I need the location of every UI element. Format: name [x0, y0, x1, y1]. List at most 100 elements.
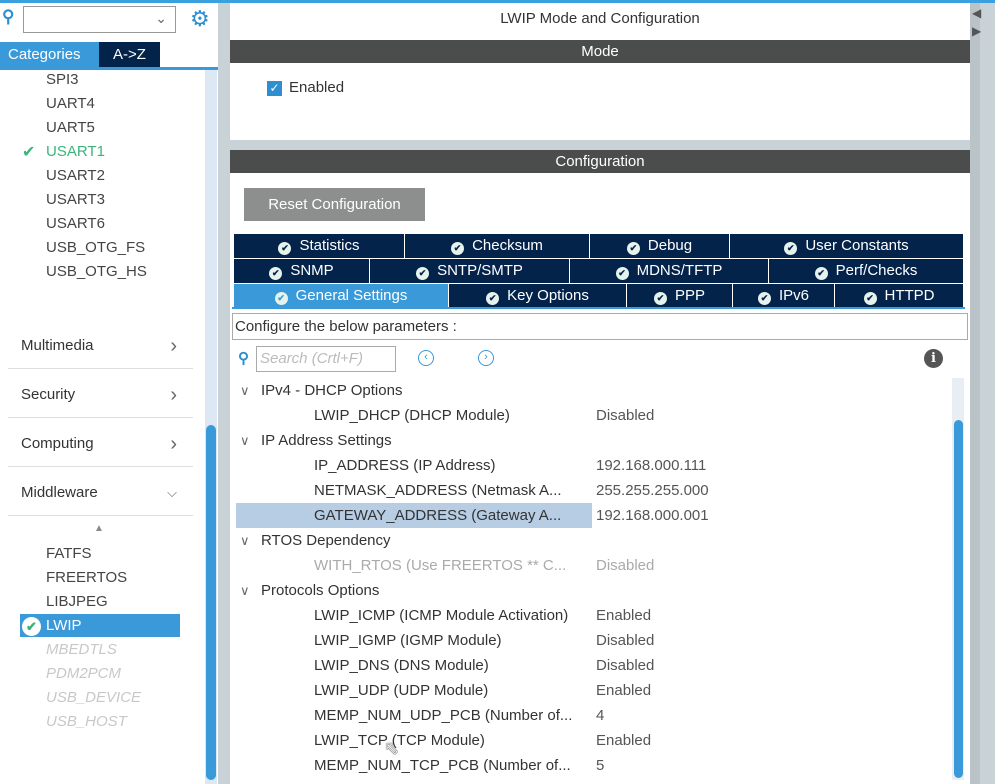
list-item[interactable]: LIBJPEG [46, 591, 108, 613]
tab-label: HTTPD [884, 287, 935, 304]
gear-icon[interactable]: ⚙ [190, 6, 210, 32]
parameter-value[interactable]: Enabled [596, 678, 651, 703]
tree-group[interactable]: ∨ IP Address Settings [236, 428, 936, 453]
tree-group[interactable]: ∨ Protocols Options [236, 578, 936, 603]
tab-ppp[interactable]: ✔ PPP [627, 284, 733, 308]
next-icon[interactable]: › [478, 350, 494, 366]
tree-row[interactable]: MEMP_NUM_UDP_PCB (Number of... 4 [236, 703, 936, 728]
parameter-value[interactable]: 4 [596, 703, 604, 728]
list-item[interactable]: USB_DEVICE [46, 687, 141, 709]
category-security[interactable]: Security › [8, 372, 193, 418]
parameter-name: NETMASK_ADDRESS (Netmask A... [314, 482, 562, 499]
list-item[interactable]: FREERTOS [46, 567, 127, 589]
chevron-right-icon[interactable]: › [170, 372, 177, 418]
configuration-header: Configuration [230, 150, 970, 173]
tab-mdns-tftp[interactable]: ✔ MDNS/TFTP [570, 259, 769, 283]
list-item[interactable]: MBEDTLS [46, 639, 117, 661]
tab-statistics[interactable]: ✔ Statistics [234, 234, 405, 258]
chevron-down-icon[interactable]: ∨ [240, 378, 250, 403]
info-icon[interactable]: i [924, 349, 943, 368]
list-item[interactable]: UART4 [46, 93, 95, 115]
tab-key-options[interactable]: ✔ Key Options [449, 284, 627, 308]
category-computing[interactable]: Computing › [8, 421, 193, 467]
chevron-down-icon[interactable]: ∨ [240, 578, 250, 603]
check-circle-icon: ✔ [626, 242, 640, 255]
tab-label: Statistics [299, 237, 360, 254]
tab-checksum[interactable]: ✔ Checksum [405, 234, 590, 258]
tree-group[interactable]: ∨ RTOS Dependency [236, 528, 936, 553]
parameter-value[interactable]: Enabled [596, 728, 651, 753]
category-multimedia[interactable]: Multimedia › [8, 323, 193, 369]
check-circle-icon: ✔ [863, 292, 877, 305]
tab-categories[interactable]: Categories [0, 42, 99, 68]
tree-row[interactable]: WITH_RTOS (Use FREERTOS ** C... Disabled [236, 553, 936, 578]
tree-row[interactable]: MEMP_NUM_TCP_PCB (Number of... 5 [236, 753, 936, 778]
tree-scrollbar-thumb[interactable] [954, 420, 963, 778]
group-label: IPv4 - DHCP Options [261, 382, 403, 399]
group-label: Protocols Options [261, 582, 380, 599]
parameter-name: LWIP_ICMP (ICMP Module Activation) [314, 607, 569, 624]
tab-snmp[interactable]: ✔ SNMP [234, 259, 370, 283]
tab-general-settings[interactable]: ✔ General Settings [234, 284, 449, 308]
chevron-down-icon[interactable]: ∨ [240, 528, 250, 553]
left-scrollbar-thumb[interactable] [206, 425, 216, 780]
parameter-value[interactable]: Disabled [596, 553, 654, 578]
list-item[interactable]: USB_HOST [46, 711, 127, 733]
parameter-value[interactable]: 5 [596, 753, 604, 778]
right-collapse-strip [970, 3, 980, 784]
parameter-value[interactable]: Disabled [596, 653, 654, 678]
check-circle-icon: ✔ [784, 242, 798, 255]
tree-row[interactable]: LWIP_DHCP (DHCP Module) Disabled [236, 403, 936, 428]
parameter-value[interactable]: 255.255.255.000 [596, 478, 709, 503]
list-item[interactable]: USART2 [46, 165, 105, 187]
collapse-left-icon[interactable]: ◀ [972, 6, 981, 20]
parameter-value[interactable]: Disabled [596, 403, 654, 428]
list-item[interactable]: SPI3 [46, 69, 79, 91]
tab-httpd[interactable]: ✔ HTTPD [835, 284, 964, 308]
tree-row[interactable]: LWIP_TCP (TCP Module) Enabled [236, 728, 936, 753]
list-item[interactable]: UART5 [46, 117, 95, 139]
list-item[interactable]: FATFS [46, 543, 92, 565]
chevron-down-icon[interactable]: ∨ [240, 428, 250, 453]
expand-right-icon[interactable]: ▶ [972, 24, 981, 38]
tab-perf-checks[interactable]: ✔ Perf/Checks [769, 259, 964, 283]
tree-row[interactable]: IP_ADDRESS (IP Address) 192.168.000.111 [236, 453, 936, 478]
chevron-right-icon[interactable]: › [170, 421, 177, 467]
reset-configuration-button[interactable]: Reset Configuration [244, 188, 425, 221]
list-item[interactable]: USART3 [46, 189, 105, 211]
list-item[interactable]: USB_OTG_FS [46, 237, 145, 259]
tree-row[interactable]: LWIP_UDP (UDP Module) Enabled [236, 678, 936, 703]
list-item[interactable]: LWIP [46, 615, 82, 637]
tab-sntp-smtp[interactable]: ✔ SNTP/SMTP [370, 259, 570, 283]
tab-ipv6[interactable]: ✔ IPv6 [733, 284, 835, 308]
group-label: RTOS Dependency [261, 532, 391, 549]
parameter-value[interactable]: Disabled [596, 628, 654, 653]
list-item[interactable]: USB_OTG_HS [46, 261, 147, 283]
previous-icon[interactable]: ‹ [418, 350, 434, 366]
parameter-value[interactable]: Enabled [596, 603, 651, 628]
sort-icon[interactable]: ▲ [94, 523, 104, 534]
tree-group[interactable]: ∨ IPv4 - DHCP Options [236, 378, 936, 403]
chevron-right-icon[interactable]: › [170, 323, 177, 369]
chevron-down-icon[interactable]: ⌵ [167, 470, 177, 516]
tab-debug[interactable]: ✔ Debug [590, 234, 730, 258]
chevron-down-icon[interactable]: ⌄ [155, 10, 167, 27]
tree-row[interactable]: GATEWAY_ADDRESS (Gateway A... 192.168.000… [236, 503, 936, 528]
tree-row[interactable]: LWIP_ICMP (ICMP Module Activation) Enable… [236, 603, 936, 628]
tree-row[interactable]: LWIP_DNS (DNS Module) Disabled [236, 653, 936, 678]
mouse-cursor-icon: ⬁ [384, 738, 400, 758]
category-middleware[interactable]: Middleware ⌵ [8, 470, 193, 516]
tab-user-constants[interactable]: ✔ User Constants [730, 234, 964, 258]
enabled-checkbox[interactable]: ✓ [267, 81, 282, 96]
tree-row[interactable]: LWIP_IGMP (IGMP Module) Disabled [236, 628, 936, 653]
parameter-value[interactable]: 192.168.000.001 [596, 503, 709, 528]
ip-search-combobox[interactable]: ⌄ [23, 6, 176, 33]
list-item[interactable]: PDM2PCM [46, 663, 121, 685]
list-item[interactable]: USART1 [46, 141, 105, 163]
list-item[interactable]: USART6 [46, 213, 105, 235]
tree-row[interactable]: NETMASK_ADDRESS (Netmask A... 255.255.255… [236, 478, 936, 503]
parameter-value[interactable]: 192.168.000.111 [596, 453, 706, 478]
tab-a-z[interactable]: A->Z [99, 42, 160, 68]
parameter-search-input[interactable]: Search (Crtl+F) [256, 346, 396, 372]
check-circle-icon: ✔ [416, 267, 430, 280]
